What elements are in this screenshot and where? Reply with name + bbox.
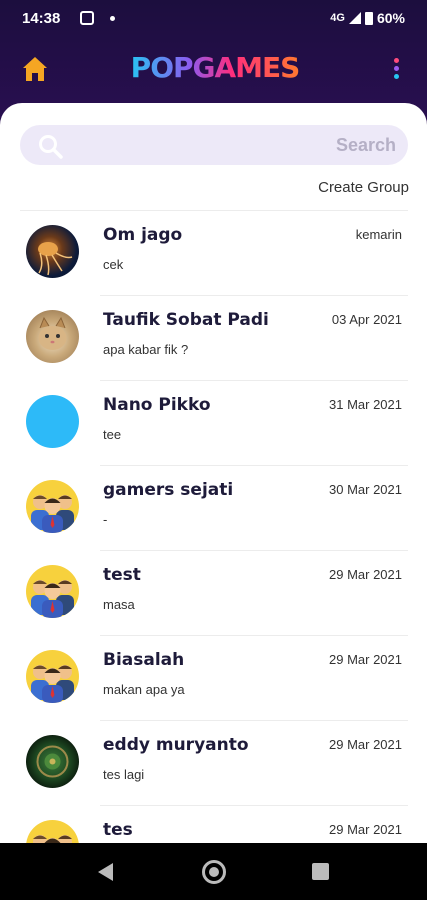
popgames-logo: POPGAMES xyxy=(130,48,301,88)
recent-apps-icon[interactable] xyxy=(312,863,329,880)
jellyfish-icon xyxy=(38,242,73,276)
chat-name: Nano Pikko xyxy=(103,395,211,415)
chat-name: eddy muryanto xyxy=(103,735,249,755)
more-dot-icon xyxy=(393,74,399,79)
avatar xyxy=(26,820,79,843)
avatar xyxy=(26,225,79,278)
chat-item[interactable]: gamers sejati - 30 Mar 2021 xyxy=(0,466,427,551)
battery-level: 60% xyxy=(376,10,405,26)
chat-name: Taufik Sobat Padi xyxy=(103,310,269,330)
status-indicators: 4G 60% xyxy=(330,10,405,26)
network-label: 4G xyxy=(330,12,345,24)
chat-date: 03 Apr 2021 xyxy=(331,312,402,327)
chat-preview: - xyxy=(103,512,108,527)
search-input[interactable] xyxy=(80,125,400,165)
create-group-link[interactable]: Create Group xyxy=(318,179,409,196)
chat-date: 29 Mar 2021 xyxy=(329,737,402,752)
chat-date: 31 Mar 2021 xyxy=(329,397,402,412)
emblem-icon xyxy=(36,745,69,778)
chat-preview: tes lagi xyxy=(103,767,145,782)
chat-item[interactable]: tes 29 Mar 2021 xyxy=(0,806,427,843)
chat-name: Om jago xyxy=(103,225,183,245)
status-bar: 14:38 4G 60% xyxy=(0,0,427,38)
chat-item[interactable]: Nano Pikko tee 31 Mar 2021 xyxy=(0,381,427,466)
cat-icon xyxy=(38,316,67,350)
group-people-icon xyxy=(31,495,74,533)
home-button[interactable] xyxy=(20,54,50,84)
chat-preview: apa kabar fik ? xyxy=(103,342,189,357)
chat-name: Biasalah xyxy=(103,650,185,670)
chat-name: tes xyxy=(103,820,133,840)
chat-item[interactable]: eddy muryanto tes lagi 29 Mar 2021 xyxy=(0,721,427,806)
chat-name: test xyxy=(103,565,141,585)
more-menu-button[interactable] xyxy=(389,56,403,86)
system-nav-bar xyxy=(0,843,427,900)
group-people-icon xyxy=(31,665,74,703)
chat-name: gamers sejati xyxy=(103,480,234,500)
chat-item[interactable]: Om jago cek kemarin xyxy=(0,211,427,296)
chat-item[interactable]: Biasalah makan apa ya 29 Mar 2021 xyxy=(0,636,427,721)
notification-app-icon xyxy=(80,11,94,25)
chat-preview: masa xyxy=(103,597,135,612)
chat-date: kemarin xyxy=(355,227,402,242)
chat-date: 30 Mar 2021 xyxy=(329,482,402,497)
search-icon xyxy=(39,135,63,159)
chat-preview: cek xyxy=(103,257,124,272)
avatar xyxy=(26,310,79,363)
chat-preview: tee xyxy=(103,427,122,442)
chat-sheet: Create Group Om jago cek kemarin xyxy=(0,103,427,843)
signal-icon xyxy=(348,12,361,24)
home-circle-icon[interactable] xyxy=(202,860,226,884)
chat-item[interactable]: Taufik Sobat Padi apa kabar fik ? 03 Apr… xyxy=(0,296,427,381)
status-time: 14:38 xyxy=(22,10,61,27)
chat-date: 29 Mar 2021 xyxy=(329,567,402,582)
group-people-icon xyxy=(31,580,74,618)
avatar xyxy=(26,395,79,448)
avatar xyxy=(26,650,79,703)
app-header: POPGAMES xyxy=(0,38,427,102)
more-dot-icon xyxy=(393,66,399,71)
back-icon[interactable] xyxy=(98,863,113,881)
avatar xyxy=(26,735,79,788)
avatar xyxy=(26,480,79,533)
avatar xyxy=(26,565,79,618)
group-people-icon xyxy=(33,835,72,843)
battery-icon xyxy=(364,11,373,25)
chat-date: 29 Mar 2021 xyxy=(329,652,402,667)
more-dot-icon xyxy=(393,58,399,63)
chat-date: 29 Mar 2021 xyxy=(329,822,402,837)
home-icon xyxy=(23,57,47,81)
chat-preview: makan apa ya xyxy=(103,682,185,697)
notification-dot-icon xyxy=(110,16,115,21)
chat-list: Om jago cek kemarin Taufik Sobat Padi ap… xyxy=(0,211,427,843)
chat-item[interactable]: test masa 29 Mar 2021 xyxy=(0,551,427,636)
search-bar[interactable] xyxy=(20,125,408,165)
